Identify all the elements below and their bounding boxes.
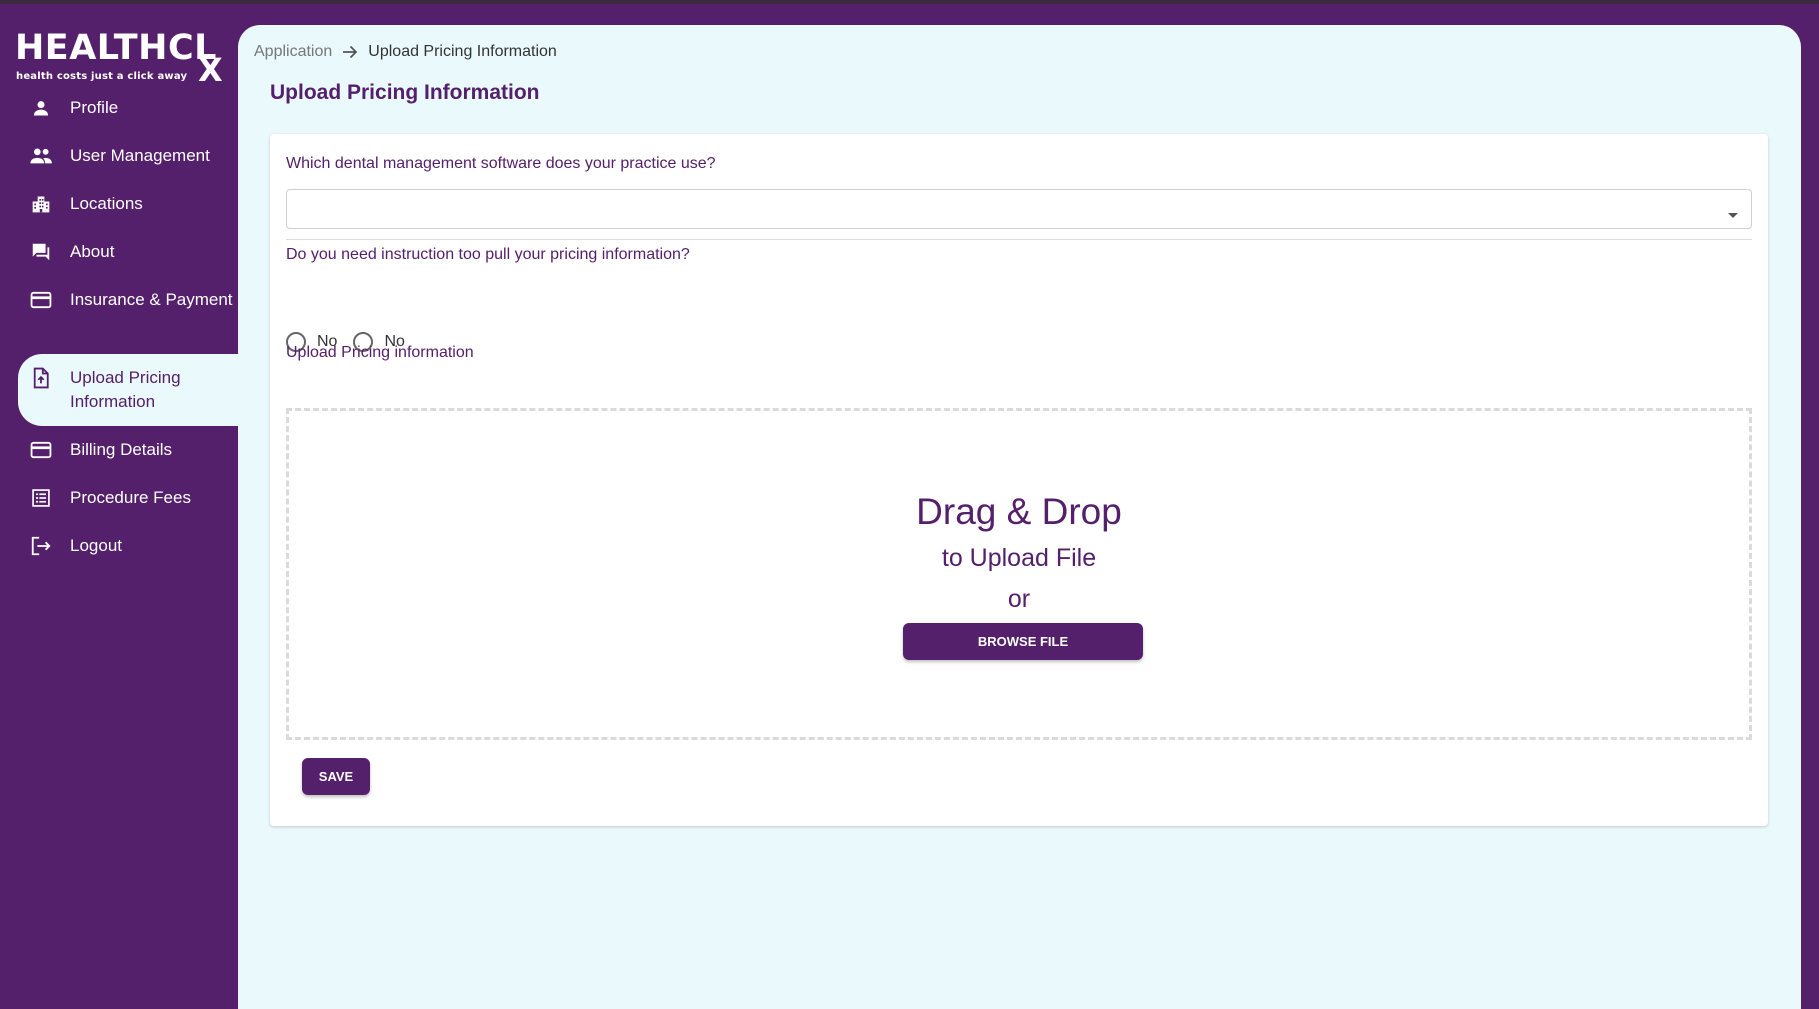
dropzone-title: Drag & Drop [916,491,1122,532]
upload-label: Upload Pricing information [286,344,474,361]
window-top-border [0,0,1819,4]
file-dropzone[interactable]: Drag & Drop to Upload File or BROWSE FIL… [286,408,1752,740]
arrow-right-icon [342,45,358,59]
list-alt-icon [29,486,53,510]
logo-tagline: health costs just a click away [16,71,188,82]
sidebar-item-label: User Management [70,146,210,165]
sidebar-item-insurance-payment[interactable]: Insurance & Payment [0,288,238,336]
chat-icon [29,240,53,264]
breadcrumb-current: Upload Pricing Information [368,43,557,60]
file-upload-icon [29,366,53,390]
software-select[interactable] [286,189,1752,229]
main-panel: Application Upload Pricing Information U… [238,25,1801,1009]
sidebar-item-locations[interactable]: Locations [0,192,238,216]
sidebar-item-billing-details[interactable]: Billing Details [0,438,238,462]
logout-icon [29,534,53,558]
sidebar-item-label: Upload Pricing Information [70,368,181,411]
instruction-question-label: Do you need instruction too pull your pr… [286,246,690,263]
logo-x-mark: X [198,51,223,89]
sidebar-item-label: Profile [70,98,119,117]
dropzone-or: or [1007,585,1031,613]
logo-text: HEALTHCL [15,28,217,68]
credit-card-icon [29,288,53,312]
breadcrumb: Application Upload Pricing Information [254,43,557,61]
sidebar-item-procedure-fees[interactable]: Procedure Fees [0,486,238,510]
sidebar-item-label: Procedure Fees [70,488,191,507]
sidebar-item-label: About [70,242,115,261]
save-button[interactable]: SAVE [302,758,370,795]
building-icon [29,192,53,216]
divider [286,239,1752,240]
sidebar-item-profile[interactable]: Profile [0,96,238,120]
sidebar-item-label: Insurance & Payment [70,290,233,309]
sidebar-item-label: Locations [70,194,143,213]
sidebar-item-label: Logout [70,536,122,555]
breadcrumb-root[interactable]: Application [254,43,332,61]
sidebar-item-about[interactable]: About [0,240,238,264]
credit-card-icon [29,438,53,462]
person-icon [29,96,53,120]
people-icon [29,144,53,168]
sidebar-item-user-management[interactable]: User Management [0,144,238,168]
software-question-label: Which dental management software does yo… [286,155,716,172]
dropzone-subtitle: to Upload File [941,544,1097,572]
dropdown-caret-icon [1727,206,1739,224]
browse-file-button[interactable]: BROWSE FILE [903,623,1143,660]
sidebar-item-logout[interactable]: Logout [0,534,238,558]
upload-form-card: Which dental management software does yo… [270,134,1768,826]
sidebar-item-label: Billing Details [70,440,173,459]
brand-logo[interactable]: HEALTHCL X health costs just a click awa… [15,31,225,87]
sidebar-item-upload-pricing[interactable]: Upload Pricing Information [18,354,238,426]
page-title: Upload Pricing Information [270,81,540,104]
